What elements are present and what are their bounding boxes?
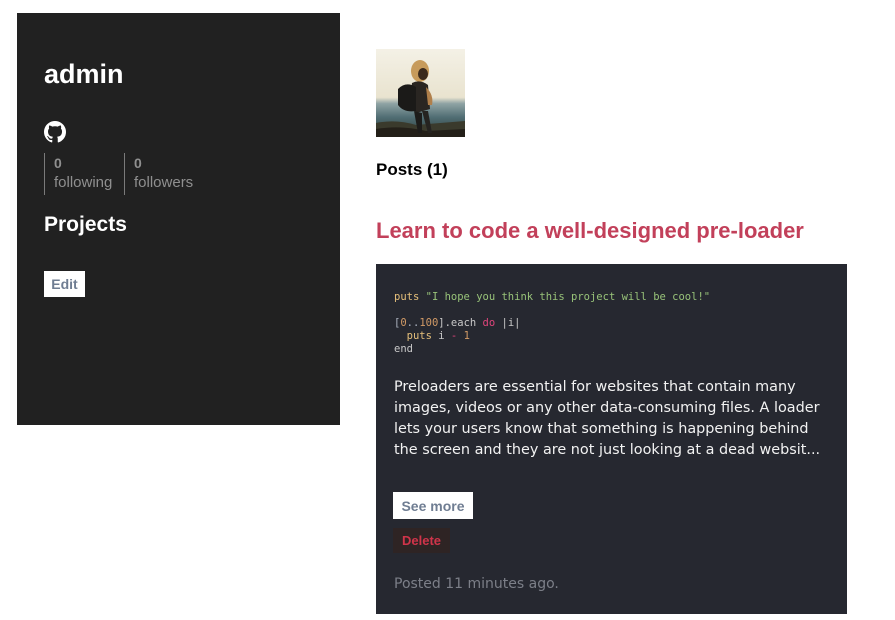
code-token: ].each <box>438 317 483 329</box>
projects-heading: Projects <box>44 213 127 236</box>
code-token: |i| <box>495 317 521 329</box>
code-token: puts <box>394 291 420 303</box>
edit-button[interactable]: Edit <box>44 271 85 297</box>
code-line: [0..100].each do |i| <box>394 317 828 330</box>
avatar-photo <box>376 49 465 137</box>
code-token: do <box>482 317 496 329</box>
github-icon[interactable] <box>44 121 66 143</box>
code-token: puts <box>406 330 432 342</box>
code-token: - <box>450 330 458 342</box>
profile-sidebar: admin 0 following 0 followers Projects E… <box>17 13 340 425</box>
code-token: "I hope you think this project will be c… <box>425 291 711 303</box>
post-excerpt: Preloaders are essential for websites th… <box>394 379 821 458</box>
profile-username: admin <box>44 59 124 89</box>
post-title[interactable]: Learn to code a well-designed pre-loader <box>376 218 804 244</box>
avatar <box>376 49 465 137</box>
code-line: puts i - 1 <box>394 330 828 343</box>
following-stat[interactable]: 0 following <box>44 153 112 195</box>
followers-label: followers <box>134 174 194 191</box>
post-timestamp: Posted 11 minutes ago. <box>394 576 559 592</box>
post-card: puts "I hope you think this project will… <box>376 264 847 614</box>
code-token: 1 <box>463 330 470 342</box>
see-more-button[interactable]: See more <box>393 492 473 519</box>
code-token: end <box>394 343 413 355</box>
following-label: following <box>54 174 113 191</box>
code-token: .. <box>406 317 420 329</box>
code-line: end <box>394 343 828 356</box>
code-token: 100 <box>419 317 439 329</box>
code-snippet: puts "I hope you think this project will… <box>394 291 828 365</box>
following-count: 0 <box>54 155 62 171</box>
followers-count: 0 <box>134 155 142 171</box>
code-token: i <box>431 330 451 342</box>
code-line: puts "I hope you think this project will… <box>394 291 828 304</box>
followers-stat[interactable]: 0 followers <box>124 153 193 195</box>
posts-heading: Posts (1) <box>376 160 448 179</box>
delete-button[interactable]: Delete <box>393 528 450 553</box>
